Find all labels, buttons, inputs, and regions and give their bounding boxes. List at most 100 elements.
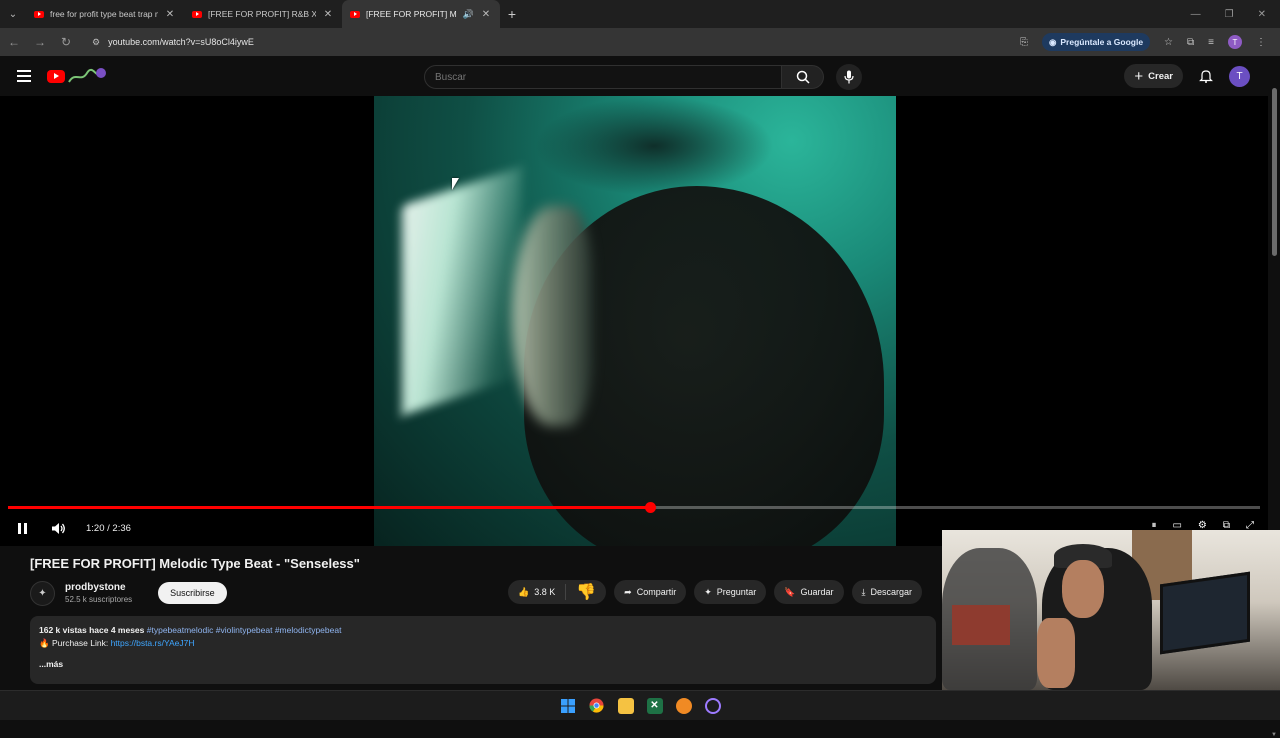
media-controls-icon[interactable]: ≡ (1208, 37, 1214, 48)
purchase-link[interactable]: https://bsta.rs/YAeJ7H (111, 638, 195, 648)
channel-avatar[interactable]: ✦ (30, 580, 55, 606)
pause-icon (17, 522, 27, 534)
create-label: Crear (1148, 70, 1173, 82)
webcam-monitor (1160, 571, 1250, 655)
browser-tab-1[interactable]: free for profit type beat trap m ✕ (26, 0, 184, 28)
youtube-favicon-icon (34, 10, 44, 18)
ask-google-label: Pregúntale a Google (1060, 37, 1144, 47)
progress-bar[interactable] (8, 502, 1260, 513)
back-icon[interactable]: ← (8, 35, 20, 49)
video-frame[interactable] (374, 96, 896, 546)
install-app-icon[interactable]: ⎘ (1020, 37, 1028, 48)
close-window-icon[interactable]: ✕ (1258, 9, 1266, 20)
hashtags[interactable]: #typebeatmelodic #violintypebeat #melodi… (147, 625, 342, 635)
figure-face (512, 206, 592, 426)
scroll-down-arrow-icon[interactable]: ▼ (1271, 732, 1277, 738)
volume-button[interactable] (50, 520, 66, 536)
ask-button[interactable]: ✦ Preguntar (694, 580, 767, 604)
tab-search-icon[interactable]: ⌄ (0, 0, 26, 28)
dislike-button[interactable]: 👎 (566, 584, 606, 601)
like-button[interactable]: 👍 3.8 K (508, 584, 567, 600)
search-icon (796, 70, 810, 84)
window-controls: — ❐ ✕ (1191, 9, 1280, 20)
app-circle-icon[interactable] (704, 697, 721, 714)
purchase-prefix: Purchase Link: (51, 638, 109, 648)
restore-icon[interactable]: ❐ (1225, 9, 1234, 20)
time-display: 1:20 / 2:36 (86, 522, 131, 534)
file-explorer-icon[interactable] (617, 697, 634, 714)
description-box[interactable]: 162 k vistas hace 4 meses #typebeatmelod… (30, 616, 936, 684)
download-button[interactable]: ⤓ Descargar (851, 580, 923, 604)
create-button[interactable]: + Crear (1124, 64, 1183, 88)
browser-tab-strip: ⌄ free for profit type beat trap m ✕ [FR… (0, 0, 1280, 28)
search-input[interactable] (424, 65, 782, 89)
address-bar[interactable]: ⚙ youtube.com/watch?v=sU8oCl4iywE (86, 31, 1006, 53)
subscribe-button[interactable]: Suscribirse (158, 582, 227, 604)
tab-close-icon[interactable]: ✕ (322, 9, 334, 20)
url-text[interactable]: youtube.com/watch?v=sU8oCl4iywE (108, 37, 254, 47)
tab-audio-icon[interactable]: 🔊 (463, 9, 474, 20)
voice-search-button[interactable] (836, 64, 862, 90)
tab-close-icon[interactable]: ✕ (164, 9, 176, 20)
view-stats: 162 k vistas hace 4 meses (39, 625, 145, 635)
video-player[interactable]: 1:20 / 2:36 ⏸ ▭ ⚙ ⧉ ⤢ (0, 96, 1268, 546)
volume-icon (51, 522, 65, 534)
save-label: Guardar (800, 587, 834, 597)
webcam-overlay (942, 530, 1280, 690)
site-info-icon[interactable]: ⚙ (92, 37, 100, 48)
extensions-icon[interactable]: ⧉ (1187, 37, 1194, 48)
subscriber-count: 52.5 k suscriptores (65, 595, 133, 604)
window-light (402, 166, 522, 416)
scrollbar-thumb[interactable] (1272, 88, 1277, 256)
search-bar (424, 64, 862, 90)
download-icon: ⤓ (861, 586, 866, 597)
show-more-button[interactable]: ...más (39, 658, 927, 671)
channel-name[interactable]: prodbystone (65, 582, 132, 593)
browser-tab-2[interactable]: [FREE FOR PROFIT] R&B X 8OO ✕ (184, 0, 342, 28)
reload-icon[interactable]: ↻ (60, 35, 72, 49)
youtube-favicon-icon (192, 10, 202, 18)
save-button[interactable]: 🔖 Guardar (774, 580, 844, 604)
lens-icon: ◉ (1048, 36, 1057, 47)
progress-played (8, 506, 651, 509)
chrome-icon[interactable] (589, 698, 605, 714)
ask-label: Preguntar (716, 587, 757, 597)
share-button[interactable]: ➦ Compartir (614, 580, 687, 604)
like-icon: 👍 (518, 586, 530, 597)
minimize-icon[interactable]: — (1191, 9, 1201, 20)
tab-close-icon[interactable]: ✕ (480, 9, 492, 20)
webcam-arm (1037, 618, 1075, 688)
tab-title: [FREE FOR PROFIT] R&B X 8OO (208, 9, 316, 19)
new-tab-button[interactable]: + (500, 6, 524, 22)
browser-toolbar: ← → ↻ ⚙ youtube.com/watch?v=sU8oCl4iywE … (0, 28, 1280, 56)
webcam-shelf (952, 605, 1010, 645)
browser-profile-avatar[interactable]: T (1228, 35, 1242, 49)
plus-icon: + (1134, 67, 1144, 85)
mouse-cursor-icon (452, 178, 466, 190)
ask-google-button[interactable]: ◉ Pregúntale a Google (1041, 33, 1151, 51)
like-dislike-group: 👍 3.8 K 👎 (508, 580, 607, 604)
fl-studio-icon[interactable] (675, 697, 692, 714)
channel-meta: prodbystone 52.5 k suscriptores (65, 582, 132, 604)
excel-icon[interactable]: ✕ (646, 697, 663, 714)
tab-title: [FREE FOR PROFIT] Melodic (366, 9, 457, 19)
browser-menu-icon[interactable]: ⋮ (1256, 37, 1266, 48)
windows-taskbar: ✕ (0, 690, 1280, 720)
browser-right-tools: ⎘ ◉ Pregúntale a Google ☆ ⧉ ≡ T ⋮ (1020, 33, 1272, 51)
video-info-section: [FREE FOR PROFIT] Melodic Type Beat - "S… (0, 546, 942, 686)
bookmark-star-icon[interactable]: ☆ (1164, 37, 1173, 48)
search-button[interactable] (782, 65, 824, 89)
forward-icon[interactable]: → (34, 35, 46, 49)
menu-icon[interactable] (17, 70, 31, 82)
bell-icon[interactable] (1199, 69, 1213, 83)
windows-start-icon[interactable] (560, 698, 576, 714)
pause-button[interactable] (14, 520, 30, 536)
youtube-logo[interactable] (47, 67, 107, 85)
save-icon: 🔖 (784, 586, 796, 597)
video-actions: 👍 3.8 K 👎 ➦ Compartir ✦ Preguntar 🔖 Guar… (508, 580, 923, 604)
user-avatar[interactable]: T (1229, 65, 1250, 87)
browser-tab-3-active[interactable]: [FREE FOR PROFIT] Melodic 🔊 ✕ (342, 0, 500, 28)
share-icon: ➦ (624, 586, 632, 597)
ask-icon: ✦ (704, 586, 712, 597)
download-label: Descargar (870, 587, 913, 597)
